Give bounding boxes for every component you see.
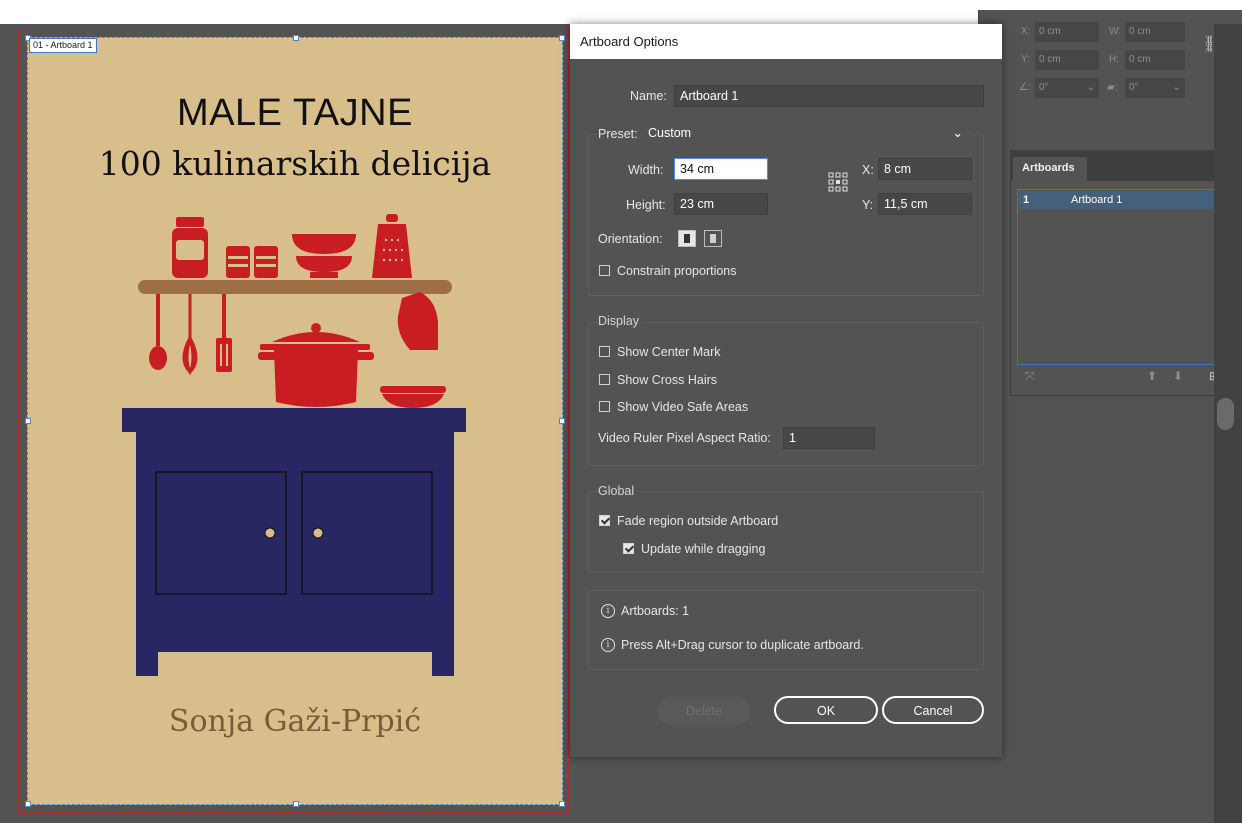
transform-x-label: X: <box>1021 26 1031 37</box>
artboard-index: 1 <box>1023 194 1030 206</box>
resize-handle[interactable] <box>559 801 565 807</box>
grater-icon <box>372 214 412 278</box>
update-dragging-label: Update while dragging <box>641 542 766 556</box>
move-up-icon[interactable]: ⬆ <box>1147 369 1157 383</box>
transform-w-label: W: <box>1109 26 1122 37</box>
constrain-proportions-checkbox[interactable] <box>599 265 610 276</box>
transform-panel: X: 0 cm W: 0 cm Y: 0 cm H: 0 cm ∠: 0° ⌄ … <box>978 10 1242 106</box>
cancel-button[interactable]: Cancel <box>882 696 984 724</box>
cover-author: Sonja Gaži-Prpić <box>168 704 422 739</box>
resize-handle[interactable] <box>25 418 31 424</box>
show-cross-hairs-label: Show Cross Hairs <box>617 373 718 387</box>
height-input[interactable]: 23 cm <box>674 193 768 215</box>
angle-icon: ∠: <box>1019 82 1031 93</box>
chevron-down-icon[interactable]: ⌄ <box>1087 78 1099 98</box>
orientation-label: Orientation: <box>598 232 663 246</box>
preset-value: Custom <box>648 126 692 140</box>
move-down-icon[interactable]: ⬇ <box>1173 369 1183 383</box>
info-duplicate-hint: Press Alt+Drag cursor to duplicate artbo… <box>621 638 864 652</box>
transform-h-field[interactable]: 0 cm <box>1125 50 1185 70</box>
fade-region-label: Fade region outside Artboard <box>617 514 779 528</box>
shelf <box>138 280 452 294</box>
small-jars-icon <box>226 246 278 278</box>
pot-icon <box>258 323 374 407</box>
dialog-title: Artboard Options <box>570 24 1002 59</box>
reference-point-icon[interactable] <box>828 172 848 192</box>
info-icon: i <box>601 638 615 652</box>
portrait-orientation-icon[interactable] <box>678 230 696 247</box>
chevron-down-icon: ⌄ <box>952 126 963 140</box>
info-group <box>588 590 984 670</box>
artboard-options-dialog: Artboard Options Name: Artboard 1 Preset… <box>570 24 1002 757</box>
transform-shear-field[interactable]: 0° ⌄ <box>1125 78 1185 98</box>
shear-icon: ▰: <box>1107 82 1118 93</box>
resize-handle[interactable] <box>293 35 299 41</box>
transform-angle-value: 0° <box>1039 82 1049 93</box>
show-video-safe-checkbox[interactable] <box>599 401 610 412</box>
cabinet-icon <box>122 408 466 676</box>
artboards-tab[interactable]: Artboards <box>1013 157 1087 181</box>
transform-angle-field[interactable]: 0° ⌄ <box>1035 78 1099 98</box>
preset-label: Preset: <box>598 127 641 141</box>
chevron-down-icon[interactable]: ⌄ <box>1173 78 1185 98</box>
scrollbar-thumb[interactable] <box>1217 398 1234 430</box>
ok-button[interactable]: OK <box>774 696 878 724</box>
transform-h-label: H: <box>1109 54 1119 65</box>
transform-w-field[interactable]: 0 cm <box>1125 22 1185 42</box>
info-artboards-count: Artboards: 1 <box>621 604 690 618</box>
resize-handle[interactable] <box>25 801 31 807</box>
artboards-panel: Artboards » 1 Artboard 1 ⤧ ⬆ ⬇ ⊞ <box>1010 150 1242 396</box>
x-label: X: <box>862 163 874 177</box>
transform-shear-value: 0° <box>1129 82 1139 93</box>
resize-handle[interactable] <box>559 35 565 41</box>
transform-x-field[interactable]: 0 cm <box>1035 22 1099 42</box>
plates-icon <box>380 386 446 408</box>
delete-button[interactable]: Delete <box>658 697 750 725</box>
name-input[interactable]: Artboard 1 <box>674 85 984 107</box>
resize-handle[interactable] <box>293 801 299 807</box>
resize-handle[interactable] <box>559 418 565 424</box>
show-center-mark-label: Show Center Mark <box>617 345 721 359</box>
oven-mitt-icon <box>397 292 438 350</box>
landscape-orientation-icon[interactable] <box>704 230 722 247</box>
spatula-icon <box>216 294 232 372</box>
preset-dropdown[interactable]: Custom ⌄ <box>643 123 971 145</box>
video-ratio-label: Video Ruler Pixel Aspect Ratio: <box>598 431 771 445</box>
y-input[interactable]: 11,5 cm <box>878 193 972 215</box>
fade-region-checkbox[interactable] <box>599 515 610 526</box>
show-cross-hairs-checkbox[interactable] <box>599 374 610 385</box>
rearrange-icon[interactable]: ⤧ <box>1025 369 1035 384</box>
whisk-icon <box>182 294 198 376</box>
global-group <box>588 491 984 573</box>
bowls-icon <box>292 234 356 278</box>
video-ratio-input[interactable]: 1 <box>783 427 875 449</box>
height-label: Height: <box>626 198 666 212</box>
info-icon: i <box>601 604 615 618</box>
width-label: Width: <box>628 163 664 177</box>
name-label: Name: <box>630 89 667 103</box>
show-video-safe-label: Show Video Safe Areas <box>617 400 749 414</box>
global-title: Global <box>598 484 639 498</box>
artboard-name-tag[interactable]: 01 - Artboard 1 <box>29 38 97 53</box>
display-title: Display <box>598 314 643 328</box>
show-center-mark-checkbox[interactable] <box>599 346 610 357</box>
artboards-list: 1 Artboard 1 <box>1017 189 1242 365</box>
list-item[interactable]: 1 Artboard 1 <box>1019 191 1242 209</box>
ladle-icon <box>149 294 167 370</box>
cover-title: MALE TAJNE <box>177 92 413 134</box>
artboard-row-name: Artboard 1 <box>1071 194 1123 206</box>
width-input[interactable]: 34 cm <box>674 158 768 180</box>
cover-subtitle: 100 kulinarskih delicija <box>98 144 492 183</box>
update-dragging-checkbox[interactable] <box>623 543 634 554</box>
transform-y-field[interactable]: 0 cm <box>1035 50 1099 70</box>
y-label: Y: <box>862 198 874 212</box>
x-input[interactable]: 8 cm <box>878 158 972 180</box>
constrain-proportions-label: Constrain proportions <box>617 264 737 278</box>
jar-icon <box>172 217 208 278</box>
transform-y-label: Y: <box>1021 54 1030 65</box>
kitchen-illustration <box>122 214 466 676</box>
